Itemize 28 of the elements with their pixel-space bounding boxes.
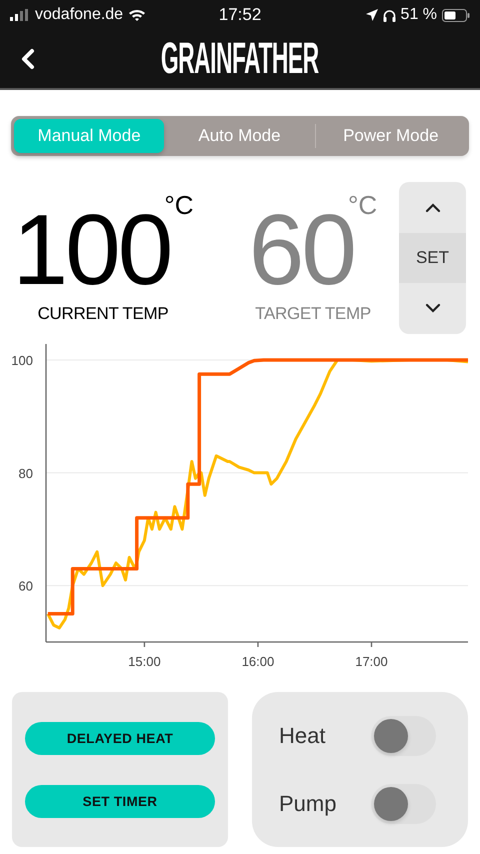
- set-button[interactable]: SET: [399, 233, 466, 283]
- battery-percent: 51 %: [400, 6, 438, 24]
- current-temp-label: CURRENT TEMP: [38, 304, 168, 324]
- switch-label: Heat: [279, 722, 326, 748]
- action-button[interactable]: SET TIMER: [25, 784, 215, 818]
- clock: 17:52: [218, 5, 262, 25]
- axis-label: 60: [18, 578, 33, 594]
- carrier-name: vodafone.de: [35, 6, 124, 24]
- battery-icon: [442, 8, 470, 22]
- unit-label: °C: [164, 190, 194, 220]
- unit-label: °C: [348, 190, 378, 220]
- chevron-up-icon: [424, 202, 440, 213]
- axis-label: 16:00: [242, 654, 274, 669]
- toggle-switch[interactable]: [371, 716, 436, 756]
- axis-label: 15:00: [128, 654, 161, 669]
- action-button[interactable]: DELAYED HEAT: [25, 722, 215, 754]
- location-icon: [366, 9, 378, 21]
- target-temp-label: TARGET TEMP: [255, 304, 371, 324]
- signal-icon: [10, 9, 30, 21]
- toggle-switch[interactable]: [371, 784, 436, 824]
- app-logo: GRAINFATHER: [161, 37, 319, 81]
- axis-label: 80: [18, 466, 33, 481]
- switch-label: Pump: [279, 790, 336, 816]
- axis-label: 100: [11, 353, 33, 368]
- headphones-icon: [382, 8, 396, 22]
- chevron-down-icon: [424, 303, 440, 314]
- wifi-icon: [128, 8, 146, 22]
- axis-label: 17:00: [355, 654, 388, 669]
